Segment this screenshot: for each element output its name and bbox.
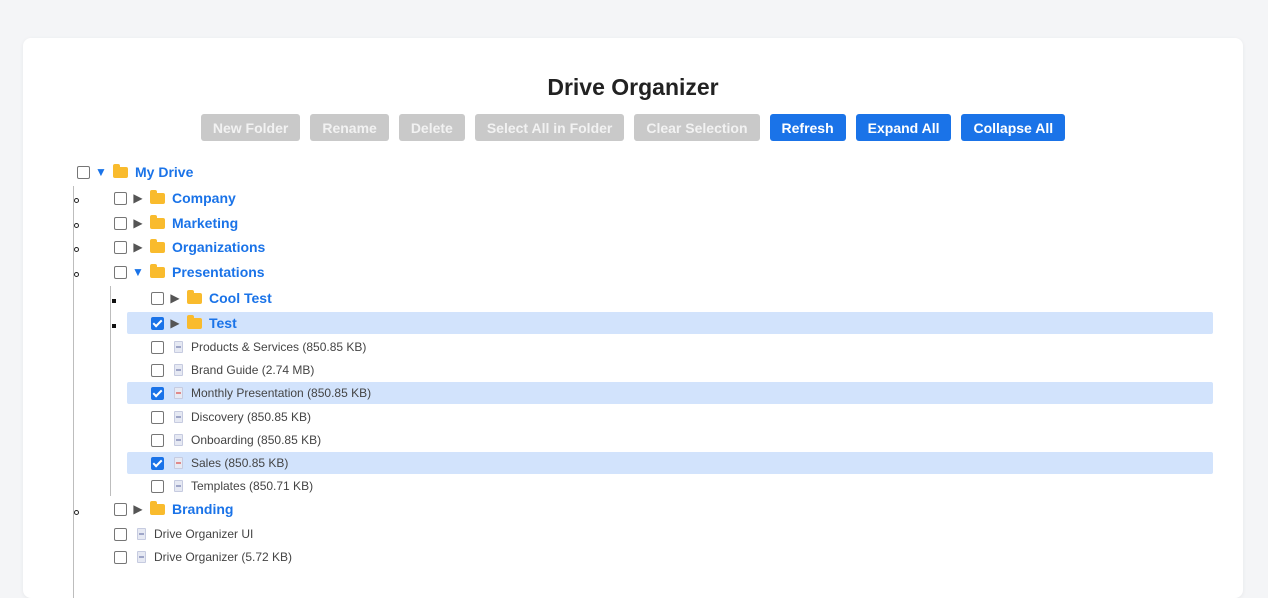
file-label[interactable]: Brand Guide (2.74 MB) [191,363,314,377]
checkbox[interactable] [114,240,127,254]
file-icon [174,480,183,492]
collapse-toggle-icon[interactable]: ▶ [168,317,182,329]
tree-row-marketing[interactable]: ▶ Marketing [114,212,238,234]
folder-icon [187,289,202,304]
checkbox-checked[interactable] [151,456,164,470]
folder-label[interactable]: My Drive [135,164,193,180]
file-row[interactable]: Sales (850.85 KB) [151,452,288,474]
collapse-toggle-icon[interactable]: ▶ [131,192,145,204]
file-label[interactable]: Products & Services (850.85 KB) [191,340,366,354]
file-label[interactable]: Drive Organizer UI [154,527,253,541]
tree-row-presentations[interactable]: ▼ Presentations [114,261,265,283]
list-bullet [74,247,79,252]
list-bullet [112,299,116,303]
folder-icon [187,314,202,329]
checkbox[interactable] [151,433,164,447]
checkbox-checked[interactable] [151,386,164,400]
checkbox[interactable] [151,363,164,377]
file-label[interactable]: Discovery (850.85 KB) [191,410,311,424]
file-icon [174,457,183,469]
file-row[interactable]: Monthly Presentation (850.85 KB) [151,382,371,404]
folder-label[interactable]: Marketing [172,215,238,231]
folder-label[interactable]: Company [172,190,236,206]
selection-highlight [127,452,1213,474]
file-row[interactable]: Templates (850.71 KB) [151,475,313,497]
list-bullet [74,198,79,203]
tree-row-organizations[interactable]: ▶ Organizations [114,236,265,258]
checkbox[interactable] [151,479,164,493]
folder-icon [150,500,165,515]
tree-row-my-drive[interactable]: ▼ My Drive [77,161,193,183]
list-bullet [74,223,79,228]
folder-icon [150,238,165,253]
checkbox[interactable] [151,340,164,354]
folder-label[interactable]: Branding [172,501,233,517]
main-card: Drive Organizer New Folder Rename Delete… [23,38,1243,598]
file-row[interactable]: Onboarding (850.85 KB) [151,429,321,451]
folder-icon [113,163,128,178]
checkbox[interactable] [114,502,127,516]
checkbox[interactable] [151,410,164,424]
file-icon [137,528,146,540]
collapse-toggle-icon[interactable]: ▶ [131,241,145,253]
tree-row-company[interactable]: ▶ Company [114,187,236,209]
file-label[interactable]: Monthly Presentation (850.85 KB) [191,386,371,400]
tree-row-cool-test[interactable]: ▶ Cool Test [151,287,272,309]
file-row[interactable]: Brand Guide (2.74 MB) [151,359,314,381]
checkbox[interactable] [114,527,127,541]
folder-icon [150,214,165,229]
file-icon [174,387,183,399]
file-row[interactable]: Drive Organizer (5.72 KB) [114,546,292,568]
file-icon [174,364,183,376]
list-bullet [74,272,79,277]
file-icon [174,411,183,423]
file-icon [174,341,183,353]
checkbox-checked[interactable] [151,316,164,330]
expand-toggle-icon[interactable]: ▼ [131,266,145,278]
file-label[interactable]: Onboarding (850.85 KB) [191,433,321,447]
list-bullet [112,324,116,328]
folder-label[interactable]: Test [209,315,237,331]
collapse-toggle-icon[interactable]: ▶ [131,217,145,229]
checkbox[interactable] [114,191,127,205]
file-label[interactable]: Drive Organizer (5.72 KB) [154,550,292,564]
checkbox[interactable] [114,265,127,279]
collapse-toggle-icon[interactable]: ▶ [168,292,182,304]
file-row[interactable]: Drive Organizer UI [114,523,253,545]
tree-guide-line [110,286,111,496]
file-row[interactable]: Discovery (850.85 KB) [151,406,311,428]
checkbox[interactable] [151,291,164,305]
tree-row-branding[interactable]: ▶ Branding [114,498,233,520]
list-bullet [74,510,79,515]
folder-tree: ▼ My Drive ▶ Company ▶ Marketing ▶ Organ… [23,38,1243,598]
collapse-toggle-icon[interactable]: ▶ [131,503,145,515]
selection-highlight [127,312,1213,334]
file-icon [137,551,146,563]
file-row[interactable]: Products & Services (850.85 KB) [151,336,366,358]
file-icon [174,434,183,446]
checkbox[interactable] [114,216,127,230]
tree-row-test[interactable]: ▶ Test [151,312,237,334]
folder-label[interactable]: Presentations [172,264,265,280]
folder-icon [150,263,165,278]
expand-toggle-icon[interactable]: ▼ [94,166,108,178]
folder-label[interactable]: Cool Test [209,290,272,306]
file-label[interactable]: Sales (850.85 KB) [191,456,288,470]
folder-icon [150,189,165,204]
checkbox[interactable] [114,550,127,564]
file-label[interactable]: Templates (850.71 KB) [191,479,313,493]
checkbox[interactable] [77,165,90,179]
folder-label[interactable]: Organizations [172,239,265,255]
